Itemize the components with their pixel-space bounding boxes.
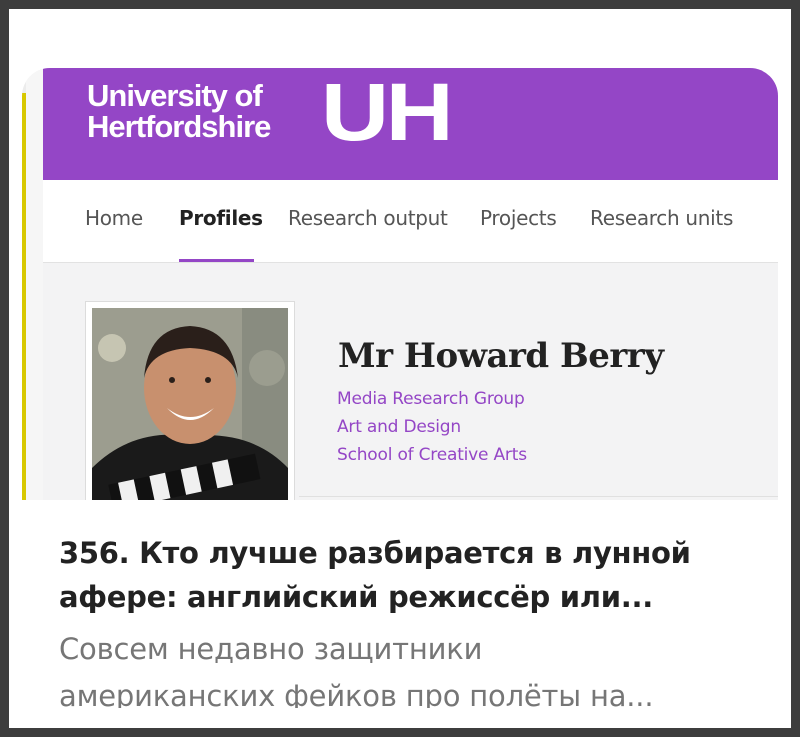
article-title-line: афере: английский режиссёр или... xyxy=(59,580,653,614)
thumbnail-margin xyxy=(26,68,43,500)
article-thumbnail: University of Hertfordshire UH Home Prof… xyxy=(22,68,778,500)
article-title[interactable]: 356. Кто лучше разбирается в лунной афер… xyxy=(59,531,749,619)
nav-research-output[interactable]: Research output xyxy=(288,206,448,230)
nav-profiles[interactable]: Profiles xyxy=(179,206,263,230)
embedded-website-screenshot: University of Hertfordshire UH Home Prof… xyxy=(43,68,778,500)
article-snippet-line: Совсем недавно защитники xyxy=(59,632,483,666)
affiliation-link[interactable]: Art and Design xyxy=(337,417,461,437)
article-card-text: 356. Кто лучше разбирается в лунной афер… xyxy=(22,500,778,708)
site-header: University of Hertfordshire UH xyxy=(43,68,778,180)
affiliation-link[interactable]: School of Creative Arts xyxy=(337,445,527,465)
university-logo-mark: UH xyxy=(321,68,454,158)
profile-name: Mr Howard Berry xyxy=(338,336,664,376)
profile-photo xyxy=(92,308,288,500)
site-navigation: Home Profiles Research output Projects R… xyxy=(43,180,778,263)
profile-photo-frame xyxy=(85,301,295,500)
logo-line-2: Hertfordshire xyxy=(87,109,271,144)
affiliation-link[interactable]: Media Research Group xyxy=(337,389,525,409)
university-logo-text: University of Hertfordshire xyxy=(87,78,271,144)
nav-research-units[interactable]: Research units xyxy=(590,206,733,230)
nav-home[interactable]: Home xyxy=(85,206,143,230)
article-card[interactable]: University of Hertfordshire UH Home Prof… xyxy=(22,68,778,708)
profile-photo-illustration xyxy=(92,308,288,500)
divider xyxy=(299,496,778,497)
article-snippet-line: американских фейков про полёты на... xyxy=(59,679,654,708)
nav-projects[interactable]: Projects xyxy=(480,206,557,230)
article-title-line: 356. Кто лучше разбирается в лунной xyxy=(59,536,691,570)
article-snippet: Совсем недавно защитники американских фе… xyxy=(59,626,749,708)
logo-line-1: University of xyxy=(87,78,263,113)
active-tab-indicator xyxy=(179,259,254,262)
